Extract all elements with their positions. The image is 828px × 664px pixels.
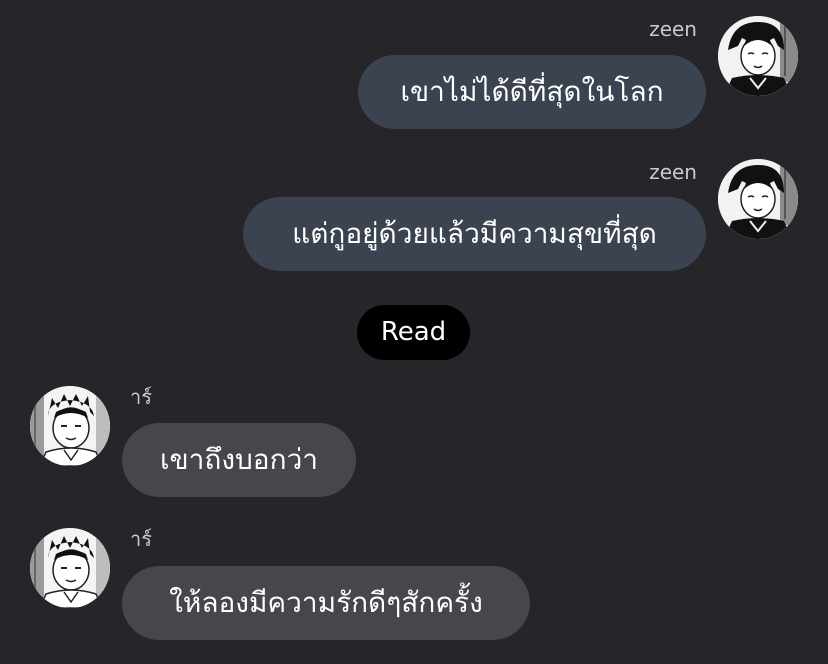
contact-avatar-icon[interactable] — [30, 528, 110, 608]
read-status-badge: Read — [357, 305, 470, 360]
user-avatar-icon[interactable] — [718, 159, 798, 239]
incoming-message-bubble[interactable]: ให้ลองมีความรักดีๆสักครั้ง — [122, 566, 530, 640]
sender-name: าร์ — [130, 385, 152, 409]
sender-name: าร์ — [130, 527, 152, 551]
contact-avatar-icon[interactable] — [30, 386, 110, 466]
sender-name: zeen — [649, 17, 697, 41]
user-avatar-icon[interactable] — [718, 16, 798, 96]
outgoing-message-bubble[interactable]: เขาไม่ได้ดีที่สุดในโลก — [358, 55, 706, 129]
chat-thread: zeen เขาไม่ได้ดีที่สุดในโลก zeen แต่กูอย… — [0, 0, 828, 664]
incoming-message-bubble[interactable]: เขาถึงบอกว่า — [122, 423, 356, 497]
outgoing-message-bubble[interactable]: แต่กูอยู่ด้วยแล้วมีความสุขที่สุด — [243, 197, 706, 271]
sender-name: zeen — [649, 160, 697, 184]
